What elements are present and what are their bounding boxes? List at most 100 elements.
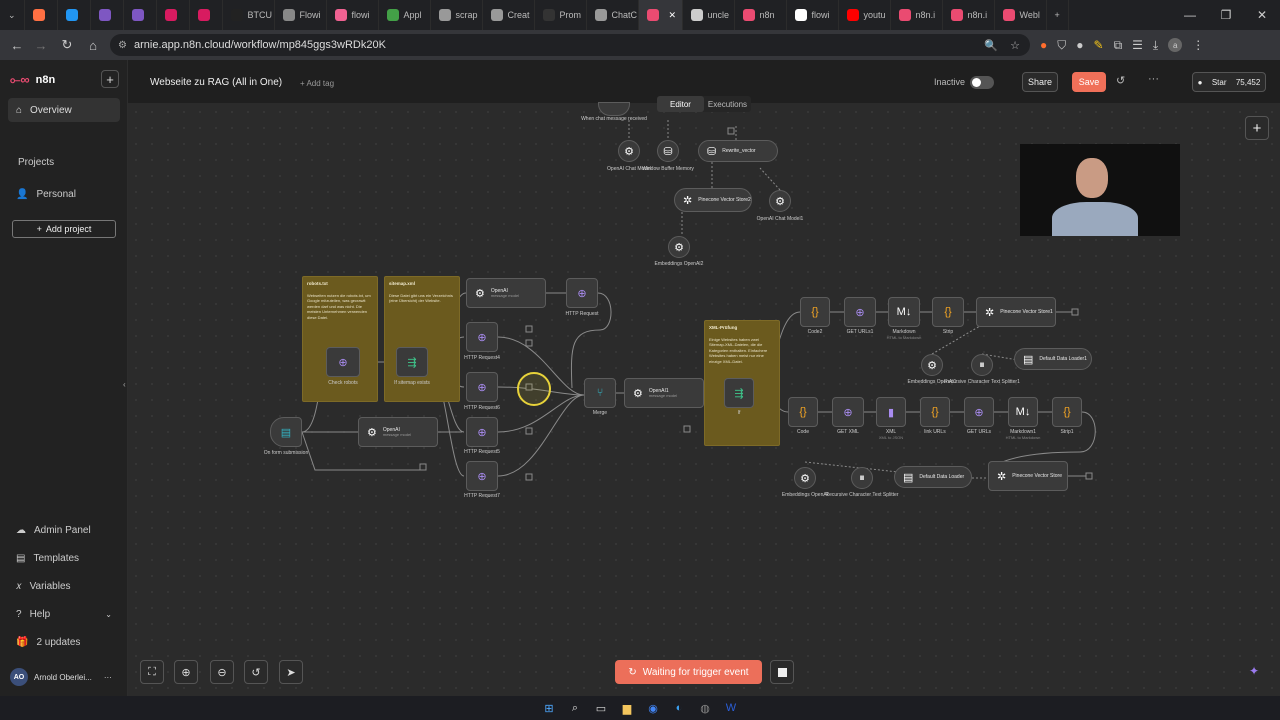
- sidebar-item-updates[interactable]: 🎁 2 updates: [8, 630, 120, 654]
- node-http-request6[interactable]: ⊕: [466, 372, 498, 402]
- shield-icon[interactable]: ⛉: [1057, 38, 1066, 53]
- node-if[interactable]: ⇶: [724, 378, 754, 408]
- browser-tab[interactable]: Appl: [379, 0, 431, 30]
- node-recursive-splitter[interactable]: ⏸: [851, 467, 873, 489]
- reload-icon[interactable]: ↻: [54, 32, 80, 58]
- node-strip1[interactable]: {}: [1052, 397, 1082, 427]
- share-button[interactable]: Share: [1022, 72, 1058, 92]
- waiting-trigger-button[interactable]: ↻ Waiting for trigger event: [615, 660, 762, 684]
- browser-tab[interactable]: [91, 0, 124, 30]
- back-icon[interactable]: ←: [4, 32, 30, 58]
- stop-execution-button[interactable]: [770, 660, 794, 684]
- add-project-button[interactable]: + Add project: [12, 220, 116, 238]
- tab-search-icon-area[interactable]: ⌄: [0, 0, 25, 30]
- node-embeddings-openai1[interactable]: ⚙: [921, 354, 943, 376]
- browser-tab[interactable]: [25, 0, 58, 30]
- active-toggle[interactable]: [970, 76, 994, 89]
- node-merge[interactable]: ⑂: [584, 378, 616, 408]
- home-icon[interactable]: ⌂: [80, 32, 106, 58]
- sidebar-item-overview[interactable]: ⌂ Overview: [8, 98, 120, 122]
- ai-assistant-icon[interactable]: ✦: [1249, 664, 1259, 678]
- more-icon[interactable]: ···: [104, 673, 112, 682]
- node-strip[interactable]: {}: [932, 297, 964, 327]
- tidy-up-button[interactable]: ➤: [279, 660, 303, 684]
- collapse-sidebar-icon[interactable]: ‹: [123, 380, 126, 389]
- browser-tab[interactable]: flowi: [327, 0, 379, 30]
- node-http-request5[interactable]: ⊕: [466, 417, 498, 447]
- zoom-in-button[interactable]: ⊕: [174, 660, 198, 684]
- node-openai-chat-model[interactable]: ⚙: [618, 140, 640, 162]
- circle-icon[interactable]: ●: [1076, 38, 1083, 52]
- word-icon[interactable]: W: [724, 702, 738, 714]
- browser-tab[interactable]: ✕: [638, 0, 683, 30]
- node-xml[interactable]: ▮: [876, 397, 906, 427]
- browser-tab[interactable]: [58, 0, 91, 30]
- user-menu[interactable]: AO Arnold Oberlei... ···: [10, 668, 112, 686]
- windows-start-icon[interactable]: ⊞: [542, 702, 556, 715]
- node-default-data-loader[interactable]: ▤ Default Data Loader: [894, 466, 972, 488]
- sidebar-item-help[interactable]: ? Help ⌄: [8, 602, 120, 626]
- browser-tab[interactable]: youtu: [839, 0, 891, 30]
- add-node-button[interactable]: +: [1245, 116, 1269, 140]
- sidebar-item-personal[interactable]: 👤 Personal: [8, 182, 120, 206]
- node-retrieve-vector[interactable]: ⛁ Rewrite_vector: [698, 140, 778, 162]
- minimize-icon[interactable]: —: [1172, 0, 1208, 30]
- url-field[interactable]: ⚙ arnie.app.n8n.cloud/workflow/mp845ggs3…: [110, 34, 1030, 56]
- node-get-urls1[interactable]: ⊕: [844, 297, 876, 327]
- node-recursive-splitter1[interactable]: ⏸: [971, 354, 993, 376]
- browser-tab[interactable]: Creat: [483, 0, 535, 30]
- browser-tab[interactable]: Flowi: [275, 0, 327, 30]
- node-default-data-loader1[interactable]: ▤ Default Data Loader1: [1014, 348, 1092, 370]
- browser-tab[interactable]: Prom: [535, 0, 587, 30]
- node-openai-top[interactable]: ⚙ OpenAI message model: [466, 278, 546, 308]
- node-get-urls[interactable]: ⊕: [964, 397, 994, 427]
- save-button[interactable]: Save: [1072, 72, 1106, 92]
- app-icon[interactable]: ◍: [698, 702, 712, 715]
- node-openai1[interactable]: ⚙ OpenAI1 message model: [624, 378, 704, 408]
- sidebar-item-variables[interactable]: 𝑥 Variables: [8, 574, 120, 598]
- download-icon[interactable]: ⤓: [1153, 38, 1158, 53]
- node-http-request7[interactable]: ⊕: [466, 461, 498, 491]
- add-tag-link[interactable]: + Add tag: [300, 79, 334, 88]
- github-star-button[interactable]: ● Star 75,452: [1192, 72, 1266, 92]
- browser-tab[interactable]: n8n.i: [943, 0, 995, 30]
- node-check-robots[interactable]: ⊕: [326, 347, 360, 377]
- more-icon[interactable]: ···: [1148, 73, 1159, 85]
- sidebar-item-templates[interactable]: ▤ Templates: [8, 546, 120, 570]
- tab-executions[interactable]: Executions: [704, 96, 751, 112]
- fit-view-button[interactable]: ⛶: [140, 660, 164, 684]
- node-embeddings-openai2[interactable]: ⚙: [668, 236, 690, 258]
- browser-tab[interactable]: n8n: [735, 0, 787, 30]
- node-openai-chat-model1[interactable]: ⚙: [769, 190, 791, 212]
- browser-tab[interactable]: flowi: [787, 0, 839, 30]
- node-pinecone-vector-store1[interactable]: ✲ Pinecone Vector Store1: [976, 297, 1056, 327]
- extension-key-icon[interactable]: ✎: [1094, 38, 1104, 52]
- browser-tab[interactable]: Webl: [995, 0, 1047, 30]
- close-tab-icon[interactable]: ✕: [669, 10, 677, 21]
- node-get-xml[interactable]: ⊕: [832, 397, 864, 427]
- browser-tab[interactable]: BTCU: [223, 0, 275, 30]
- bookmark-star-icon[interactable]: ☆: [1010, 39, 1020, 52]
- browser-tab[interactable]: n8n.i: [891, 0, 943, 30]
- file-explorer-icon[interactable]: ▆: [620, 702, 634, 715]
- chevron-down-icon[interactable]: ⌄: [8, 10, 16, 21]
- sidebar-item-admin-panel[interactable]: ☁ Admin Panel: [8, 518, 120, 542]
- node-embeddings-openai[interactable]: ⚙: [794, 467, 816, 489]
- create-button[interactable]: +: [101, 70, 119, 88]
- node-pinecone-vector-store2[interactable]: ✲ Pinecone Vector Store2: [674, 188, 752, 212]
- new-tab-button[interactable]: +: [1047, 0, 1069, 30]
- node-http-request[interactable]: ⊕: [566, 278, 598, 308]
- close-icon[interactable]: ✕: [1244, 0, 1280, 30]
- teams-icon[interactable]: ◐: [672, 702, 686, 714]
- browser-menu-icon[interactable]: ⋮: [1192, 38, 1204, 52]
- browser-tab[interactable]: [190, 0, 223, 30]
- playlist-icon[interactable]: ☰: [1132, 38, 1143, 52]
- tab-editor[interactable]: Editor: [657, 96, 704, 112]
- node-markdown[interactable]: M↓: [888, 297, 920, 327]
- node-window-buffer-memory[interactable]: ⛁: [657, 140, 679, 162]
- chrome-icon[interactable]: ◉: [646, 702, 660, 715]
- brave-icon[interactable]: ●: [1040, 38, 1047, 52]
- node-markdown1[interactable]: M↓: [1008, 397, 1038, 427]
- node-code[interactable]: {}: [788, 397, 818, 427]
- workflow-name[interactable]: Webseite zu RAG (All in One): [150, 77, 282, 88]
